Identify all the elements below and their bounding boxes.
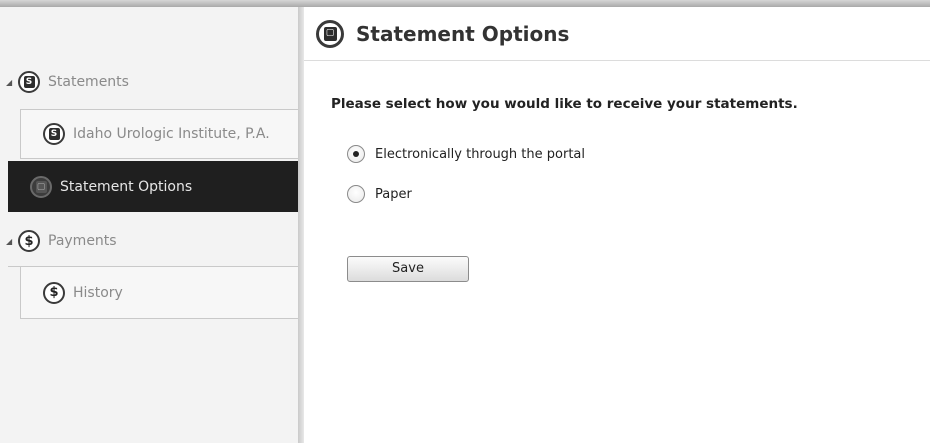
page-title: Statement Options — [356, 21, 570, 46]
sidebar-item-statement-options[interactable]: ▢ Statement Options — [8, 161, 298, 212]
radio-option-paper[interactable]: Paper — [347, 185, 412, 203]
instruction-text: Please select how you would like to rece… — [331, 96, 798, 112]
radio-button[interactable] — [347, 145, 365, 163]
radio-label: Paper — [375, 186, 412, 202]
sidebar-item-label: Statement Options — [60, 178, 193, 195]
statement-icon: S — [43, 123, 65, 145]
sidebar-item-label: History — [73, 284, 123, 301]
page-header: ▢ Statement Options — [304, 7, 930, 61]
radio-selected-dot — [353, 151, 359, 157]
sidebar-item-history[interactable]: $ History — [20, 267, 298, 319]
dollar-icon: $ — [43, 281, 65, 304]
expand-caret-icon[interactable]: ◢ — [6, 78, 16, 87]
dollar-icon: $ — [18, 230, 40, 252]
sidebar-group-payments[interactable]: ◢ $ Payments — [6, 228, 117, 254]
sidebar-item-idaho-urologic[interactable]: S Idaho Urologic Institute, P.A. — [20, 109, 298, 159]
options-icon: ▢ — [30, 175, 52, 198]
expand-caret-icon[interactable]: ◢ — [6, 237, 16, 246]
sidebar-item-label: Idaho Urologic Institute, P.A. — [73, 126, 270, 142]
radio-button[interactable] — [347, 185, 365, 203]
top-bar — [0, 0, 930, 7]
sidebar-splitter[interactable] — [298, 7, 304, 443]
radio-option-electronic[interactable]: Electronically through the portal — [347, 145, 585, 163]
save-button[interactable]: Save — [347, 256, 469, 282]
sidebar-item-label: Statements — [48, 74, 129, 90]
radio-label: Electronically through the portal — [375, 146, 585, 162]
options-icon: ▢ — [316, 19, 344, 48]
sidebar-group-statements[interactable]: ◢ S Statements — [6, 69, 129, 95]
sidebar-item-label: Payments — [48, 233, 117, 249]
statement-icon: S — [18, 71, 40, 93]
